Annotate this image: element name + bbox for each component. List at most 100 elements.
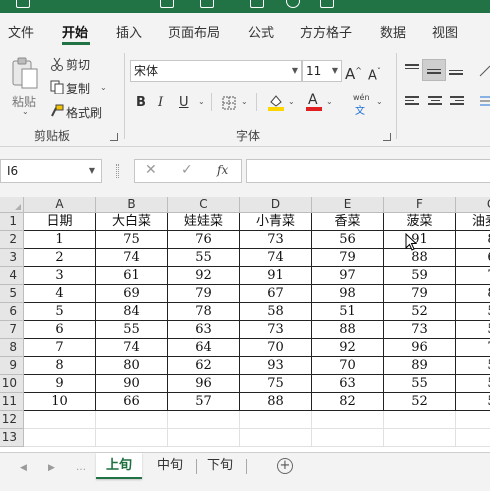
formula-bar-grip[interactable] <box>116 164 119 178</box>
cell-A11[interactable]: 10 <box>24 393 96 411</box>
cell-D11[interactable]: 88 <box>240 393 312 411</box>
row-header-13[interactable]: 13 <box>0 429 24 447</box>
cell-B8[interactable]: 74 <box>96 339 168 357</box>
tab-view[interactable]: 视图 <box>432 22 458 41</box>
table-icon[interactable] <box>160 0 174 8</box>
cell-F8[interactable]: 96 <box>384 339 456 357</box>
cell-A8[interactable]: 7 <box>24 339 96 357</box>
formula-input[interactable] <box>246 159 490 183</box>
cell-E4[interactable]: 97 <box>312 267 384 285</box>
cell-A13[interactable] <box>24 429 96 447</box>
cell-D13[interactable] <box>240 429 312 447</box>
fill-color-icon[interactable] <box>268 93 284 111</box>
cell-G5[interactable]: 8 <box>456 285 490 303</box>
row-header-10[interactable]: 10 <box>0 375 24 393</box>
tab-data[interactable]: 数据 <box>380 22 406 41</box>
align-middle-icon[interactable] <box>427 65 441 77</box>
cell-D9[interactable]: 93 <box>240 357 312 375</box>
tab-file[interactable]: 文件 <box>8 22 34 41</box>
cell-D6[interactable]: 58 <box>240 303 312 321</box>
copy-button[interactable]: 复制 <box>66 80 90 97</box>
tab-formulas[interactable]: 公式 <box>248 22 274 41</box>
camera-icon[interactable] <box>250 0 264 8</box>
underline-dropdown-icon[interactable]: ⌄ <box>198 97 205 106</box>
cell-D1[interactable]: 小青菜 <box>240 213 312 231</box>
add-sheet-icon[interactable]: + <box>277 458 293 474</box>
cell-G3[interactable]: 6 <box>456 249 490 267</box>
cell-G8[interactable]: 7 <box>456 339 490 357</box>
shrink-font-button[interactable]: Aˇ <box>368 64 381 84</box>
column-header-g[interactable]: G <box>456 197 490 213</box>
paste-dropdown-icon[interactable]: ⌄ <box>22 107 29 116</box>
column-header-b[interactable]: B <box>96 197 168 213</box>
grow-font-button[interactable]: A^ <box>345 63 362 82</box>
indent-icon[interactable] <box>478 94 490 108</box>
cell-A10[interactable]: 9 <box>24 375 96 393</box>
cell-B6[interactable]: 84 <box>96 303 168 321</box>
cell-C8[interactable]: 64 <box>168 339 240 357</box>
tab-fangfang[interactable]: 方方格子 <box>300 22 352 41</box>
cell-F10[interactable]: 55 <box>384 375 456 393</box>
fill-color-dropdown-icon[interactable]: ⌄ <box>288 97 295 106</box>
cell-F9[interactable]: 89 <box>384 357 456 375</box>
cell-B11[interactable]: 66 <box>96 393 168 411</box>
cell-A9[interactable]: 8 <box>24 357 96 375</box>
row-header-5[interactable]: 5 <box>0 285 24 303</box>
column-header-c[interactable]: C <box>168 197 240 213</box>
cell-F2[interactable]: 91 <box>384 231 456 249</box>
phonetic-button[interactable]: wén 文 <box>352 93 374 117</box>
cell-G10[interactable]: 5 <box>456 375 490 393</box>
copy-dropdown-icon[interactable]: ⌄ <box>100 83 107 92</box>
align-bottom-icon[interactable] <box>449 66 463 78</box>
font-launcher-icon[interactable] <box>383 133 391 141</box>
cell-B12[interactable] <box>96 411 168 429</box>
sheet-tab-2[interactable]: 中旬 <box>148 453 192 479</box>
cancel-icon[interactable]: ✕ <box>145 162 157 178</box>
cell-D8[interactable]: 70 <box>240 339 312 357</box>
sheet-tab-1[interactable]: 上旬 <box>96 453 142 479</box>
underline-button[interactable]: U <box>179 95 189 111</box>
orientation-icon[interactable] <box>478 64 490 78</box>
cell-E13[interactable] <box>312 429 384 447</box>
cell-B2[interactable]: 75 <box>96 231 168 249</box>
row-header-3[interactable]: 3 <box>0 249 24 267</box>
column-header-a[interactable]: A <box>24 197 96 213</box>
cell-F5[interactable]: 79 <box>384 285 456 303</box>
cell-A6[interactable]: 5 <box>24 303 96 321</box>
sheet-tab-3[interactable]: 下旬 <box>198 453 242 479</box>
cell-D5[interactable]: 67 <box>240 285 312 303</box>
cell-G2[interactable]: 8 <box>456 231 490 249</box>
font-color-dropdown-icon[interactable]: ⌄ <box>326 97 333 106</box>
cell-E3[interactable]: 79 <box>312 249 384 267</box>
cell-E7[interactable]: 88 <box>312 321 384 339</box>
cell-F1[interactable]: 菠菜 <box>384 213 456 231</box>
cell-C9[interactable]: 62 <box>168 357 240 375</box>
borders-icon[interactable] <box>222 96 236 110</box>
cell-F3[interactable]: 88 <box>384 249 456 267</box>
cell-D7[interactable]: 73 <box>240 321 312 339</box>
cell-E8[interactable]: 92 <box>312 339 384 357</box>
clipboard-launcher-icon[interactable] <box>110 133 118 141</box>
spreadsheet-icon[interactable] <box>200 0 214 8</box>
cell-G1[interactable]: 油麦菜 <box>456 213 490 231</box>
cell-E5[interactable]: 98 <box>312 285 384 303</box>
align-left-icon[interactable] <box>405 96 419 108</box>
cell-G4[interactable]: 7 <box>456 267 490 285</box>
cell-B7[interactable]: 55 <box>96 321 168 339</box>
row-header-4[interactable]: 4 <box>0 267 24 285</box>
cell-C11[interactable]: 57 <box>168 393 240 411</box>
cell-B1[interactable]: 大白菜 <box>96 213 168 231</box>
paste-button[interactable]: 粘贴 <box>8 55 40 111</box>
enter-icon[interactable]: ✓ <box>181 162 193 178</box>
tab-home[interactable]: 开始 <box>62 22 88 41</box>
cell-F6[interactable]: 52 <box>384 303 456 321</box>
cell-G9[interactable]: 5 <box>456 357 490 375</box>
cell-A2[interactable]: 1 <box>24 231 96 249</box>
cell-A1[interactable]: 日期 <box>24 213 96 231</box>
bold-button[interactable]: B <box>136 95 146 111</box>
scroll-next-sheet-icon[interactable]: ▶ <box>48 463 55 473</box>
cell-G6[interactable]: 5 <box>456 303 490 321</box>
cell-D2[interactable]: 73 <box>240 231 312 249</box>
cell-G11[interactable]: 5 <box>456 393 490 411</box>
cell-E12[interactable] <box>312 411 384 429</box>
